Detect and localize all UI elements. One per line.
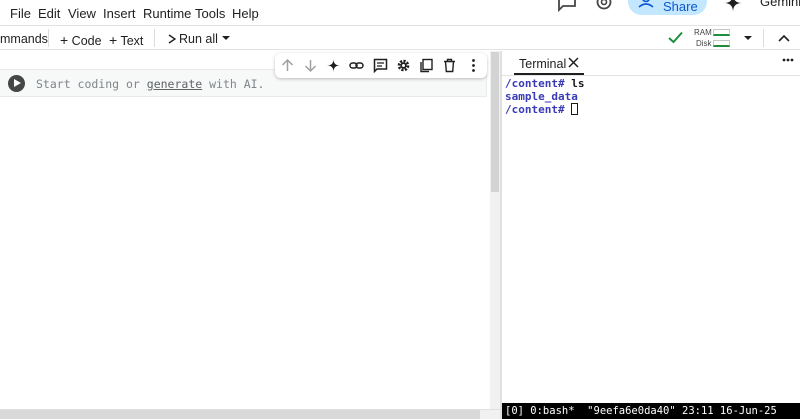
add-code-label: Code: [71, 34, 102, 48]
toolbar-divider: [48, 29, 49, 47]
menu-file[interactable]: File: [10, 6, 31, 21]
notebook-toolbar: mmands + Code + Text Run all RAM Disk: [0, 25, 800, 50]
share-label: Share: [663, 0, 698, 14]
sparkle-icon[interactable]: [326, 58, 341, 73]
ram-label: RAM: [694, 28, 712, 37]
terminal-command: ls: [564, 77, 585, 90]
comments-icon[interactable]: [556, 0, 578, 14]
ram-usage-bar[interactable]: [713, 29, 730, 36]
mirror-cell-icon[interactable]: [419, 58, 434, 73]
cell-placeholder[interactable]: Start coding or generate with AI.: [36, 77, 264, 91]
run-all-button[interactable]: Run all: [168, 32, 218, 46]
placeholder-text-end: with AI.: [202, 77, 265, 91]
placeholder-text-start: Start coding or: [36, 77, 147, 91]
toolbar-divider: [154, 29, 155, 47]
notebook-scroll-thumb[interactable]: [491, 52, 499, 192]
menu-tools[interactable]: Tools: [195, 6, 225, 21]
comment-icon[interactable]: [373, 58, 388, 73]
add-text-label: Text: [120, 34, 144, 48]
terminal-tab[interactable]: Terminal: [519, 57, 566, 71]
play-icon: [168, 34, 177, 44]
connected-check-icon: [668, 31, 683, 44]
runtime-dropdown-icon[interactable]: [743, 35, 753, 41]
link-icon[interactable]: [349, 58, 364, 73]
settings-gear-icon[interactable]: [593, 0, 615, 14]
active-tab-indicator: [514, 73, 584, 75]
trash-icon[interactable]: [442, 58, 457, 73]
terminal-cursor: [571, 103, 579, 115]
gemini-sparkle-icon: [724, 0, 742, 12]
add-code-button[interactable]: + Code: [60, 32, 102, 48]
gemini-button[interactable]: Gemini: [760, 0, 800, 9]
pane-splitter[interactable]: [500, 51, 502, 419]
tmux-status-bar: [0] 0:bash* "9eefa6e0da40" 23:11 16-Jun-…: [502, 403, 800, 419]
terminal-header: Terminal: [502, 51, 800, 76]
menu-view[interactable]: View: [68, 6, 96, 21]
terminal-output-text: sample_data: [505, 89, 578, 103]
cell-toolbar: [275, 53, 487, 78]
run-cell-button[interactable]: [8, 75, 25, 92]
menu-insert[interactable]: Insert: [103, 6, 136, 21]
share-button[interactable]: Share: [628, 0, 707, 15]
notebook-hscroll-thumb[interactable]: [0, 410, 480, 419]
plus-icon: +: [60, 32, 69, 48]
menu-runtime[interactable]: Runtime: [143, 6, 191, 21]
terminal-line: sample_data: [505, 89, 800, 104]
menu-help[interactable]: Help: [232, 6, 259, 21]
terminal-command: [565, 103, 572, 116]
notebook-area: Start coding or generate with AI.: [0, 51, 500, 409]
disk-label: Disk: [696, 39, 712, 48]
collapse-chevron-up-icon[interactable]: [778, 34, 790, 42]
toolbar-divider: [763, 29, 764, 47]
gear-icon[interactable]: [396, 58, 411, 73]
person-add-icon: [638, 0, 654, 8]
terminal-prompt: /content#: [505, 103, 565, 116]
commands-button[interactable]: mmands: [0, 32, 48, 46]
run-all-label: Run all: [179, 32, 218, 46]
terminal-line: /content#: [505, 103, 800, 117]
terminal-prompt: /content#: [505, 77, 565, 90]
more-vert-icon[interactable]: [466, 58, 481, 73]
terminal-output[interactable]: /content# ls sample_data /content#: [505, 77, 800, 117]
generate-link[interactable]: generate: [147, 77, 202, 91]
run-all-dropdown-icon[interactable]: [221, 35, 231, 41]
close-icon[interactable]: [568, 57, 579, 68]
plus-icon: +: [109, 32, 118, 48]
arrow-down-icon[interactable]: [303, 58, 318, 73]
menu-bar: File Edit View Insert Runtime Tools Help…: [0, 0, 800, 26]
menu-edit[interactable]: Edit: [38, 6, 60, 21]
add-text-button[interactable]: + Text: [109, 32, 143, 48]
arrow-up-icon[interactable]: [280, 58, 295, 73]
more-horiz-icon[interactable]: [782, 58, 794, 62]
disk-usage-bar[interactable]: [713, 40, 730, 47]
